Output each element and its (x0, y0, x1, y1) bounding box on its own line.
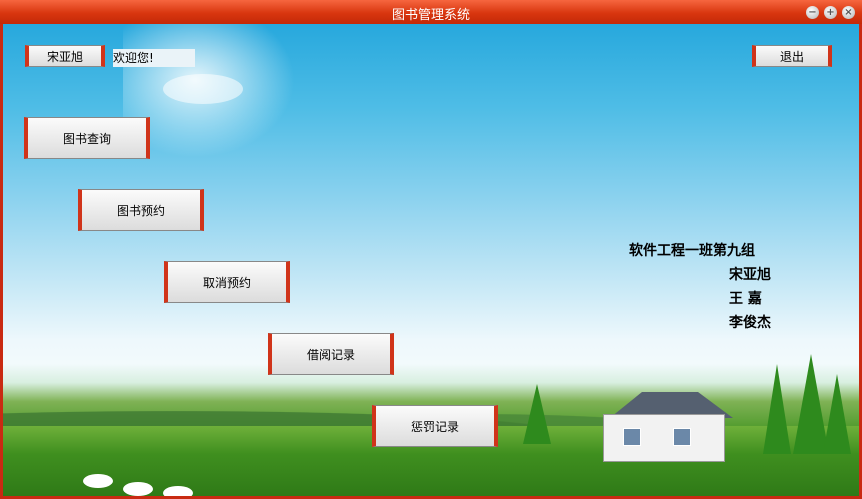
team-member: 王 嘉 (729, 291, 762, 307)
welcome-label: 欢迎您! (113, 49, 195, 67)
app-window: 图书管理系统 − + × 宋亚旭 欢迎您! 退出 图书查询 图书预约 取消预约 … (0, 0, 862, 499)
book-search-button[interactable]: 图书查询 (24, 117, 150, 159)
team-member: 宋亚旭 (729, 267, 771, 283)
minimize-icon[interactable]: − (806, 6, 819, 19)
penalty-records-button[interactable]: 惩罚记录 (372, 405, 498, 447)
maximize-icon[interactable]: + (824, 6, 837, 19)
close-icon[interactable]: × (842, 6, 855, 19)
user-button[interactable]: 宋亚旭 (25, 45, 105, 67)
tree (523, 384, 551, 444)
logout-button[interactable]: 退出 (752, 45, 832, 67)
house-image (593, 392, 733, 462)
cloud (163, 74, 243, 104)
window-title: 图书管理系统 (391, 8, 470, 23)
flower (123, 482, 153, 496)
flower (163, 486, 193, 496)
book-reserve-button[interactable]: 图书预约 (78, 189, 204, 231)
team-member: 李俊杰 (729, 315, 771, 331)
flower (83, 474, 113, 488)
tree (823, 374, 851, 454)
tree (763, 364, 791, 454)
cancel-reserve-button[interactable]: 取消预约 (164, 261, 290, 303)
team-group-label: 软件工程一班第九组 (629, 243, 755, 259)
main-panel: 宋亚旭 欢迎您! 退出 图书查询 图书预约 取消预约 借阅记录 惩罚记录 软件工… (3, 24, 859, 496)
borrow-records-button[interactable]: 借阅记录 (268, 333, 394, 375)
title-bar[interactable]: 图书管理系统 − + × (0, 0, 862, 24)
